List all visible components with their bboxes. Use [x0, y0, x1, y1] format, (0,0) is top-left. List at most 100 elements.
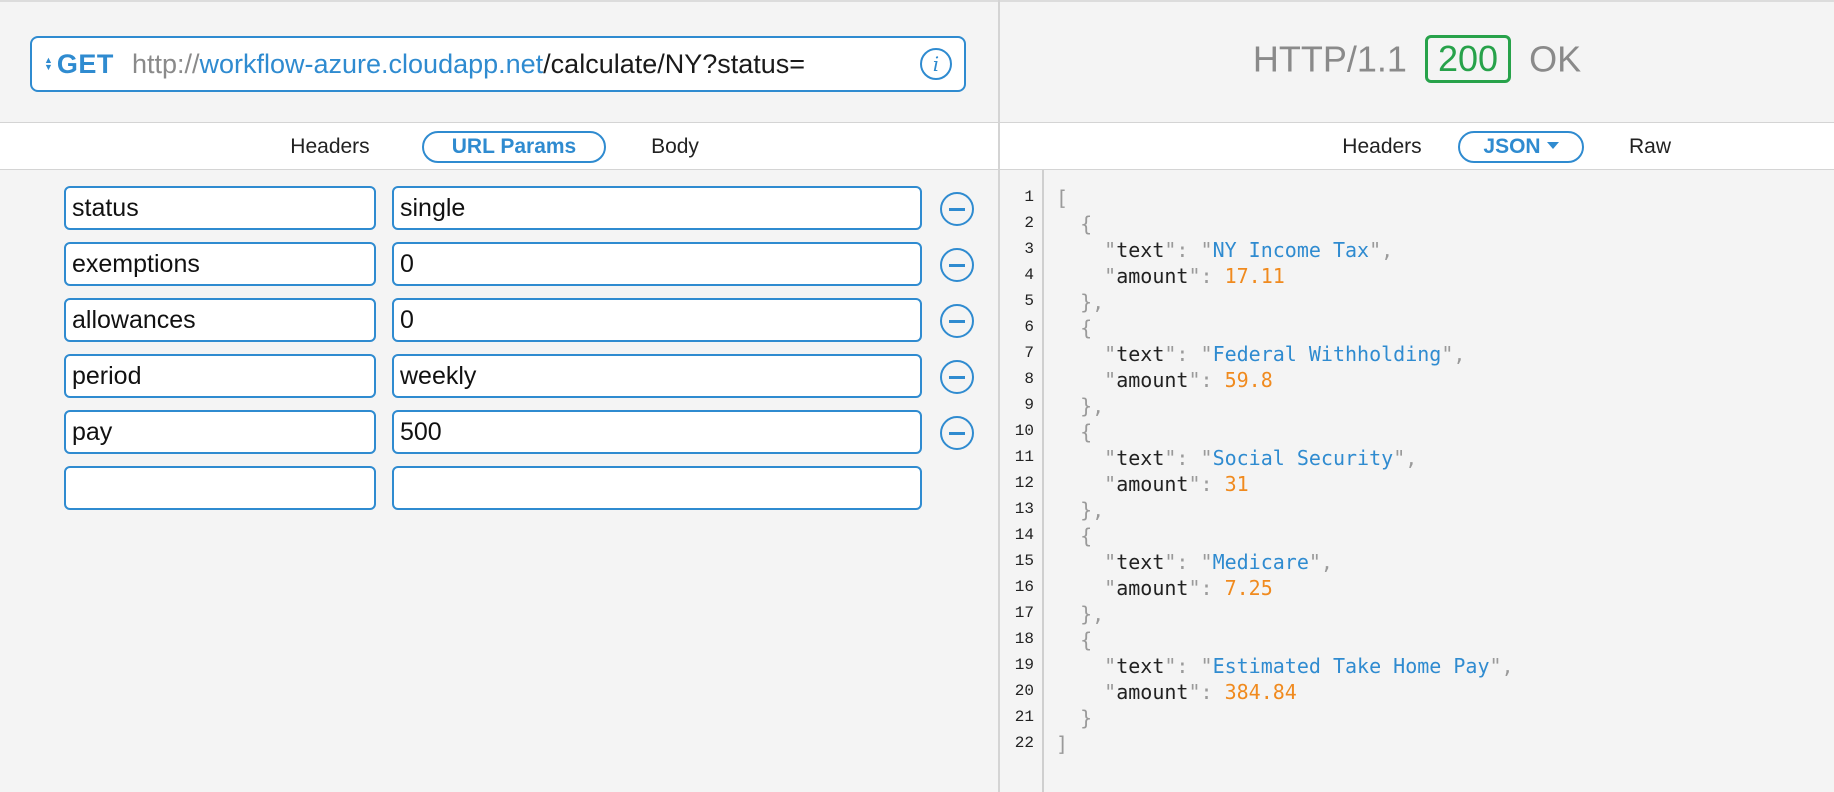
json-line: {	[1056, 420, 1092, 444]
request-tabs: Headers URL Params Body	[0, 122, 998, 170]
json-line: "amount": 384.84	[1056, 680, 1297, 704]
param-row	[0, 354, 998, 398]
json-line: [	[1056, 186, 1068, 210]
line-number: 7	[1024, 344, 1034, 362]
json-punctuation: "	[1056, 264, 1117, 288]
url-bar: ▲ ▼ GET http://workflow-azure.cloudapp.ne…	[30, 36, 966, 92]
param-value-input[interactable]	[392, 186, 922, 230]
json-tab-label: JSON	[1483, 135, 1541, 158]
line-number: 3	[1024, 240, 1034, 258]
json-punctuation: },	[1056, 498, 1105, 522]
json-punctuation: ",	[1308, 550, 1333, 574]
line-number: 22	[1014, 734, 1034, 752]
json-line: },	[1056, 394, 1104, 418]
json-line: "amount": 59.8	[1056, 368, 1273, 392]
tab-request-headers[interactable]: Headers	[270, 131, 390, 163]
json-punctuation: {	[1056, 628, 1093, 652]
param-value-input[interactable]	[392, 242, 922, 286]
json-punctuation: ":	[1188, 576, 1225, 600]
json-line: "text": "Medicare",	[1056, 550, 1333, 574]
param-key-input[interactable]	[64, 410, 376, 454]
json-string-value: Social Security	[1212, 446, 1394, 470]
request-pane: ▲ ▼ GET http://workflow-azure.cloudapp.ne…	[0, 0, 998, 792]
json-viewer: 1 2 3 4 5 6 7 8 9 10 11 12 13 14 15 16 17 18 19 20 21 22 [ { …	[1000, 170, 1834, 792]
tab-json-dropdown[interactable]: JSON	[1458, 131, 1584, 163]
new-param-key-input[interactable]	[64, 466, 376, 510]
json-line: {	[1056, 212, 1092, 236]
url-path: /calculate/NY?status=	[543, 48, 806, 79]
json-punctuation: ": "	[1164, 238, 1213, 262]
response-pane: HTTP/1.1 200 OK Headers JSON Raw 1234567…	[1000, 0, 1834, 792]
json-punctuation: },	[1056, 394, 1105, 418]
param-value-input[interactable]	[392, 410, 922, 454]
new-param-value-input[interactable]	[392, 466, 922, 510]
json-line: "text": "Federal Withholding",	[1056, 342, 1465, 366]
line-number: 17	[1014, 604, 1034, 622]
param-key-input[interactable]	[64, 354, 376, 398]
line-number: 18	[1014, 630, 1034, 648]
json-key: amount	[1116, 472, 1189, 496]
line-number: 8	[1024, 370, 1034, 388]
line-number: 16	[1014, 578, 1034, 596]
remove-param-icon[interactable]	[940, 416, 974, 450]
line-number: 11	[1014, 448, 1034, 466]
status-text: OK	[1529, 38, 1582, 80]
param-row	[0, 242, 998, 286]
json-punctuation: ": "	[1164, 550, 1213, 574]
json-line: "amount": 7.25	[1056, 576, 1273, 600]
remove-param-icon[interactable]	[940, 304, 974, 338]
remove-param-icon[interactable]	[940, 360, 974, 394]
json-string-value: NY Income Tax	[1212, 238, 1370, 262]
json-punctuation: ":	[1188, 264, 1225, 288]
param-row-empty	[0, 466, 998, 510]
json-punctuation: ",	[1489, 654, 1514, 678]
line-number: 6	[1024, 318, 1034, 336]
json-punctuation: ":	[1188, 368, 1225, 392]
tab-url-params[interactable]: URL Params	[422, 131, 606, 163]
json-punctuation: "	[1056, 238, 1117, 262]
line-number: 19	[1014, 656, 1034, 674]
param-row	[0, 186, 998, 230]
http-protocol: HTTP/1.1	[1252, 38, 1407, 80]
param-key-input[interactable]	[64, 298, 376, 342]
param-value-input[interactable]	[392, 354, 922, 398]
json-line: {	[1056, 316, 1092, 340]
url-host: workflow-azure.cloudapp.net	[199, 48, 544, 79]
json-punctuation: ":	[1188, 680, 1225, 704]
line-number: 5	[1024, 292, 1034, 310]
json-line: "amount": 31	[1056, 472, 1249, 496]
method-selector[interactable]: ▲ ▼ GET	[32, 38, 114, 90]
param-value-input[interactable]	[392, 298, 922, 342]
param-key-input[interactable]	[64, 186, 376, 230]
json-punctuation: ]	[1056, 732, 1069, 756]
remove-param-icon[interactable]	[940, 192, 974, 226]
http-client-app: ▲ ▼ GET http://workflow-azure.cloudapp.ne…	[0, 0, 1834, 792]
json-key: text	[1116, 342, 1165, 366]
method-label: GET	[56, 48, 114, 79]
json-punctuation: "	[1056, 446, 1117, 470]
json-key: text	[1116, 446, 1165, 470]
param-key-input[interactable]	[64, 242, 376, 286]
line-number: 4	[1024, 266, 1034, 284]
response-status-bar: HTTP/1.1 200 OK	[1000, 0, 1834, 122]
json-punctuation: "	[1056, 654, 1117, 678]
line-number: 20	[1014, 682, 1034, 700]
json-line: }	[1056, 706, 1092, 730]
json-key: amount	[1116, 576, 1189, 600]
json-punctuation: ",	[1441, 342, 1466, 366]
tab-raw[interactable]: Raw	[1612, 131, 1688, 163]
json-number-value: 384.84	[1224, 680, 1297, 704]
url-input[interactable]: http://workflow-azure.cloudapp.net/calcu…	[132, 49, 920, 80]
json-key: text	[1116, 238, 1165, 262]
json-key: text	[1116, 550, 1165, 574]
json-punctuation: ",	[1393, 446, 1418, 470]
json-number-value: 31	[1224, 472, 1249, 496]
request-bar: ▲ ▼ GET http://workflow-azure.cloudapp.ne…	[0, 0, 998, 122]
remove-param-icon[interactable]	[940, 248, 974, 282]
line-number: 10	[1014, 422, 1034, 440]
tab-request-body[interactable]: Body	[630, 131, 720, 163]
json-key: amount	[1116, 680, 1189, 704]
json-line: {	[1056, 628, 1092, 652]
tab-response-headers[interactable]: Headers	[1322, 131, 1442, 163]
info-icon[interactable]: i	[920, 48, 952, 80]
